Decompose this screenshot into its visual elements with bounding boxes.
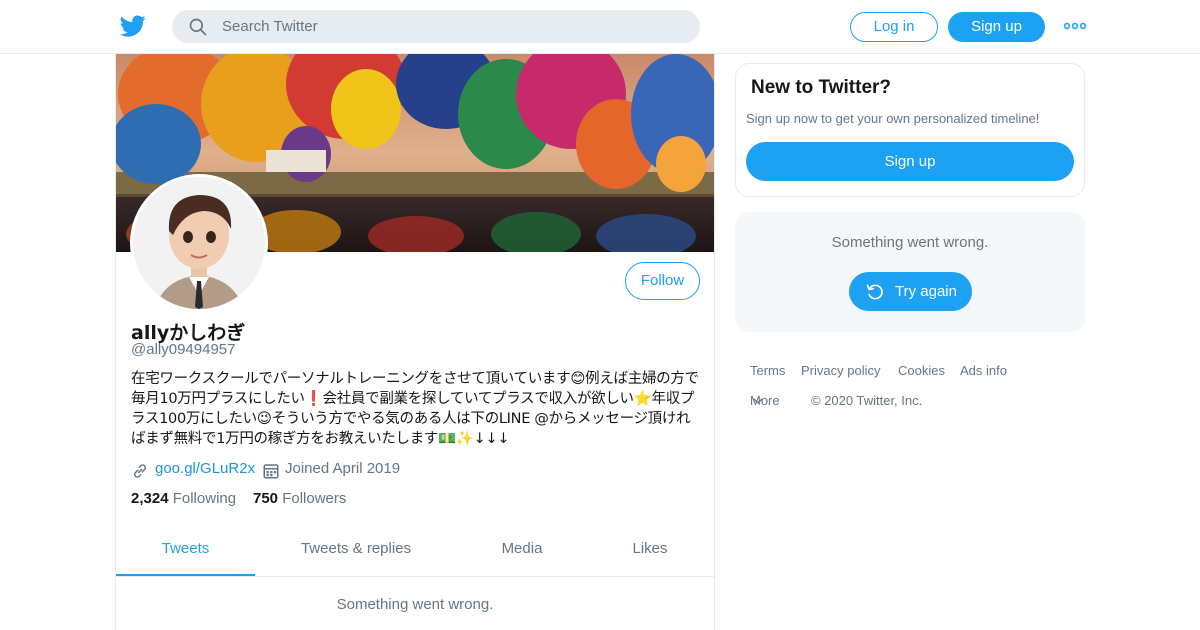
profile-website-link[interactable]: goo.gl/GLuR2x — [155, 460, 255, 477]
search-bar[interactable] — [172, 10, 700, 43]
followers-stat[interactable]: 750 Followers — [253, 490, 346, 507]
footer-copyright: © 2020 Twitter, Inc. — [811, 393, 923, 408]
footer-more-label: More — [750, 393, 780, 408]
followers-count: 750 — [253, 490, 279, 507]
try-again-label: Try again — [895, 283, 957, 300]
profile-avatar[interactable] — [130, 174, 268, 312]
profile-tabs: Tweets Tweets & replies Media Likes — [116, 526, 714, 577]
profile-bio: 在宅ワークスクールでパーソナルトレーニングをさせて頂いています😊例えば主婦の方で… — [131, 371, 699, 447]
calendar-icon — [263, 464, 279, 479]
profile-column: Follow allyかしわぎ @ally09494957 在宅ワークスクールで… — [115, 54, 715, 630]
tab-media[interactable]: Media — [486, 526, 558, 576]
top-bar: Log in Sign up — [0, 0, 1200, 54]
timeline-error-message: Something went wrong. — [336, 596, 494, 613]
signup-button-header[interactable]: Sign up — [948, 12, 1045, 42]
footer-cookies-link[interactable]: Cookies — [898, 363, 945, 378]
footer-more-menu[interactable]: More — [750, 393, 780, 408]
tab-likes[interactable]: Likes — [616, 526, 684, 576]
footer-terms-link[interactable]: Terms — [750, 363, 785, 378]
followers-label: Followers — [282, 490, 347, 507]
link-icon — [133, 464, 147, 478]
search-input[interactable] — [222, 10, 682, 43]
more-dots-icon[interactable] — [1063, 18, 1087, 34]
footer-ads-info-link[interactable]: Ads info — [960, 363, 1007, 378]
new-to-twitter-subtitle: Sign up now to get your own personalized… — [746, 111, 1040, 126]
footer-privacy-link[interactable]: Privacy policy — [801, 363, 880, 378]
sidebar-error-card: Something went wrong. Try again — [735, 212, 1085, 332]
new-to-twitter-card: New to Twitter? Sign up now to get your … — [735, 63, 1085, 197]
twitter-bird-icon[interactable] — [119, 13, 147, 39]
search-icon — [189, 18, 207, 36]
signup-button-sidebar[interactable]: Sign up — [746, 142, 1074, 181]
following-count: 2,324 — [131, 490, 169, 507]
profile-handle: @ally09494957 — [131, 341, 236, 358]
login-button[interactable]: Log in — [850, 12, 938, 42]
new-to-twitter-title: New to Twitter? — [751, 77, 892, 98]
tab-tweets[interactable]: Tweets — [116, 526, 255, 576]
following-stat[interactable]: 2,324 Following — [131, 490, 236, 507]
following-label: Following — [172, 490, 237, 507]
sidebar-error-message: Something went wrong. — [831, 234, 989, 251]
follow-button[interactable]: Follow — [625, 262, 700, 300]
refresh-icon — [866, 284, 883, 300]
tab-tweets-replies[interactable]: Tweets & replies — [276, 526, 436, 576]
try-again-button[interactable]: Try again — [849, 272, 972, 311]
profile-stats: 2,324 Following 750 Followers — [131, 490, 346, 507]
joined-date: Joined April 2019 — [285, 460, 401, 477]
